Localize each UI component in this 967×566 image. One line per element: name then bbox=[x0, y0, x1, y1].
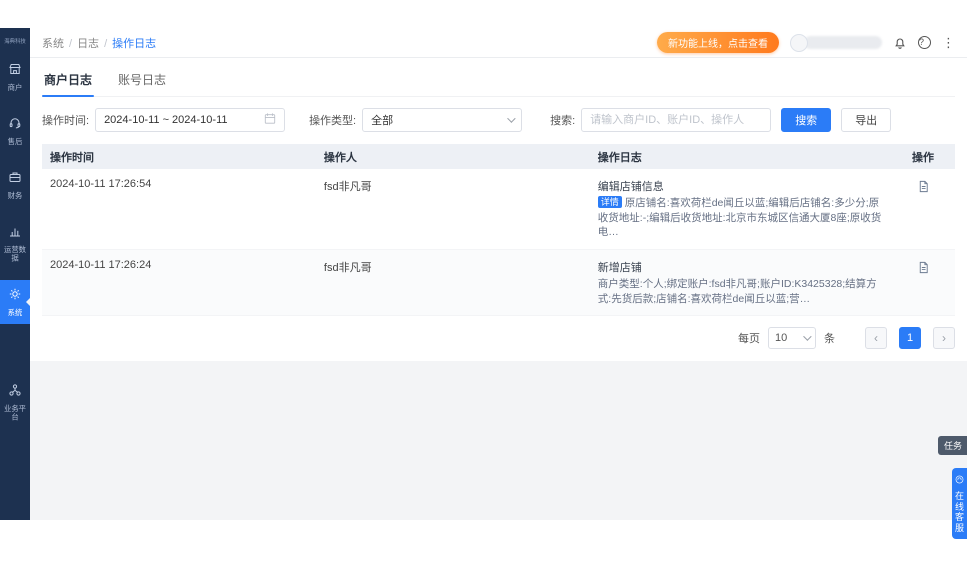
column-header-operator: 操作人 bbox=[316, 149, 590, 165]
top-bar: 系统 日志 操作日志 新功能上线，点击查看 ? ⋮ bbox=[30, 28, 967, 58]
per-page-prefix: 每页 bbox=[738, 330, 760, 346]
tab-merchant-logs[interactable]: 商户日志 bbox=[42, 67, 94, 96]
log-title: 新增店铺 bbox=[598, 259, 883, 275]
briefcase-icon bbox=[8, 170, 22, 191]
log-title: 编辑店铺信息 bbox=[598, 178, 883, 194]
cell-time: 2024-10-11 17:26:54 bbox=[42, 169, 316, 199]
cell-log: 新增店铺 商户类型:个人;绑定账户:fsd非凡哥;账户ID:K3425328;结… bbox=[590, 250, 891, 315]
page-1-button[interactable]: 1 bbox=[899, 327, 921, 349]
sidebar-item-label: 业务平台 bbox=[1, 405, 29, 422]
filter-bar: 操作时间: 2024-10-11 ~ 2024-10-11 操作类型: 全部 搜… bbox=[42, 108, 955, 132]
per-page-value: 10 bbox=[775, 332, 787, 344]
breadcrumb-item-system[interactable]: 系统 bbox=[42, 35, 72, 51]
network-icon bbox=[8, 383, 22, 404]
operation-type-value: 全部 bbox=[371, 112, 393, 128]
log-detail-text: 原店铺名:喜欢荷栏de闻丘以蓝;编辑后店铺名:多少分;原收货地址:-;编辑后收货… bbox=[598, 197, 882, 238]
sidebar: 海典科技 商户 售后 财务 bbox=[0, 28, 30, 520]
date-range-value: 2024-10-11 ~ 2024-10-11 bbox=[104, 114, 227, 126]
search-button[interactable]: 搜索 bbox=[781, 108, 831, 132]
breadcrumb-item-operation-logs: 操作日志 bbox=[112, 35, 161, 51]
content-card: 商户日志 账号日志 操作时间: 2024-10-11 ~ 2024-10-11 … bbox=[30, 58, 967, 361]
table-row: 2024-10-11 17:26:54 fsd非凡哥 编辑店铺信息 详情原店铺名… bbox=[42, 169, 955, 250]
online-service-tab[interactable]: 在线客服 bbox=[952, 468, 967, 539]
sidebar-item-label: 运营数据 bbox=[1, 246, 29, 263]
breadcrumb: 系统 日志 操作日志 bbox=[42, 35, 161, 51]
table-header-row: 操作时间 操作人 操作日志 操作 bbox=[42, 144, 955, 169]
headset-icon bbox=[8, 116, 22, 137]
new-feature-badge[interactable]: 新功能上线，点击查看 bbox=[657, 32, 779, 53]
cell-operator: fsd非凡哥 bbox=[316, 169, 590, 203]
detail-tag[interactable]: 详情 bbox=[598, 196, 622, 208]
next-page-button[interactable]: › bbox=[933, 327, 955, 349]
per-page-suffix: 条 bbox=[824, 330, 835, 346]
calendar-icon bbox=[264, 112, 276, 128]
username-redacted bbox=[804, 36, 882, 49]
sidebar-item-merchant[interactable]: 商户 bbox=[0, 55, 30, 99]
help-icon[interactable]: ? bbox=[918, 36, 931, 49]
more-menu-icon[interactable]: ⋮ bbox=[942, 36, 955, 49]
online-service-label: 在线客服 bbox=[954, 491, 965, 533]
cell-action bbox=[891, 250, 955, 286]
operation-log-table: 操作时间 操作人 操作日志 操作 2024-10-11 17:26:54 fsd… bbox=[42, 144, 955, 316]
cell-action bbox=[891, 169, 955, 205]
cell-operator: fsd非凡哥 bbox=[316, 250, 590, 284]
view-log-document-icon[interactable] bbox=[917, 261, 930, 274]
main-area: 系统 日志 操作日志 新功能上线，点击查看 ? ⋮ bbox=[30, 28, 967, 520]
sidebar-item-system[interactable]: 系统 bbox=[0, 280, 30, 324]
sidebar-item-aftersales[interactable]: 售后 bbox=[0, 109, 30, 153]
sidebar-item-label: 系统 bbox=[1, 308, 29, 316]
top-bar-right: 新功能上线，点击查看 ? ⋮ bbox=[657, 32, 955, 53]
log-detail: 商户类型:个人;绑定账户:fsd非凡哥;账户ID:K3425328;结算方式:先… bbox=[598, 277, 883, 306]
view-log-document-icon[interactable] bbox=[917, 180, 930, 193]
prev-page-button[interactable]: ‹ bbox=[865, 327, 887, 349]
pagination: 每页 10 条 ‹ 1 › bbox=[42, 327, 955, 349]
date-range-picker[interactable]: 2024-10-11 ~ 2024-10-11 bbox=[95, 108, 285, 132]
table-row: 2024-10-11 17:26:24 fsd非凡哥 新增店铺 商户类型:个人;… bbox=[42, 250, 955, 316]
sidebar-item-business-platform[interactable]: 业务平台 bbox=[0, 376, 30, 429]
headset-icon bbox=[955, 473, 964, 491]
tab-account-logs[interactable]: 账号日志 bbox=[116, 67, 168, 96]
avatar bbox=[790, 34, 808, 52]
search-label: 搜索: bbox=[550, 112, 575, 128]
column-header-action: 操作 bbox=[891, 149, 955, 165]
log-tabs: 商户日志 账号日志 bbox=[42, 58, 955, 97]
app-window: 海典科技 商户 售后 财务 bbox=[0, 28, 967, 520]
brand-logo: 海典科技 bbox=[3, 29, 26, 53]
sidebar-item-label: 财务 bbox=[1, 191, 29, 199]
chevron-down-icon bbox=[803, 333, 811, 341]
notification-bell-icon[interactable] bbox=[893, 36, 907, 50]
operation-type-select[interactable]: 全部 bbox=[362, 108, 522, 132]
type-filter-label: 操作类型: bbox=[309, 112, 356, 128]
breadcrumb-item-logs[interactable]: 日志 bbox=[77, 35, 107, 51]
task-floating-tag[interactable]: 任务 bbox=[938, 436, 967, 455]
chevron-down-icon bbox=[507, 114, 515, 122]
user-account[interactable] bbox=[790, 34, 882, 52]
sidebar-item-label: 商户 bbox=[1, 83, 29, 91]
column-header-time: 操作时间 bbox=[42, 149, 316, 165]
export-button[interactable]: 导出 bbox=[841, 108, 891, 132]
cell-log: 编辑店铺信息 详情原店铺名:喜欢荷栏de闻丘以蓝;编辑后店铺名:多少分;原收货地… bbox=[590, 169, 891, 249]
sidebar-item-label: 售后 bbox=[1, 137, 29, 145]
per-page-select[interactable]: 10 bbox=[768, 327, 816, 349]
sidebar-item-finance[interactable]: 财务 bbox=[0, 163, 30, 207]
screenshot-canvas: 海典科技 商户 售后 财务 bbox=[0, 0, 967, 566]
log-detail: 详情原店铺名:喜欢荷栏de闻丘以蓝;编辑后店铺名:多少分;原收货地址:-;编辑后… bbox=[598, 196, 883, 240]
store-icon bbox=[8, 62, 22, 83]
gear-icon bbox=[8, 287, 22, 308]
time-filter-label: 操作时间: bbox=[42, 112, 89, 128]
sidebar-item-operations-data[interactable]: 运营数据 bbox=[0, 217, 30, 270]
bar-chart-icon bbox=[8, 224, 22, 245]
cell-time: 2024-10-11 17:26:24 bbox=[42, 250, 316, 280]
column-header-log: 操作日志 bbox=[590, 149, 891, 165]
search-input[interactable] bbox=[581, 108, 771, 132]
